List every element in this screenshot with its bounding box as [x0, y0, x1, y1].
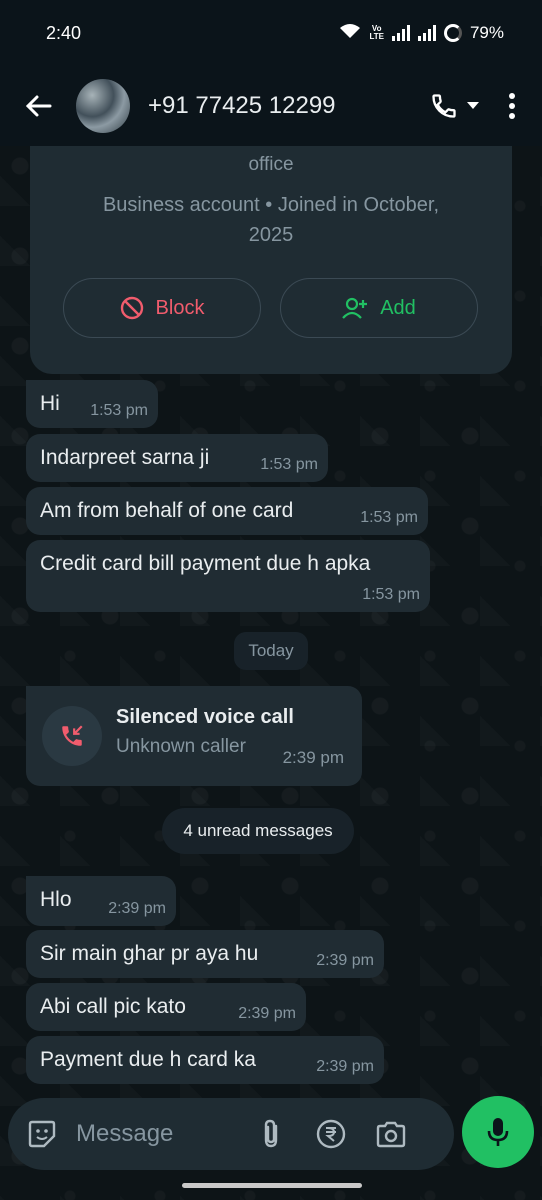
more-vert-icon — [509, 93, 515, 119]
battery-level: 79% — [469, 23, 504, 42]
message-text: Payment due h card ka — [40, 1048, 256, 1071]
message-bubble[interactable]: Indarpreet sarna ji 1:53 pm — [26, 434, 328, 482]
contact-avatar[interactable] — [76, 79, 130, 133]
contact-name[interactable]: +91 77425 12299 — [148, 92, 426, 120]
phone-icon — [432, 94, 456, 118]
message-bubble[interactable]: Credit card bill payment due h apka 1:53… — [26, 540, 430, 612]
message-bubble[interactable]: Am from behalf of one card 1:53 pm — [26, 487, 428, 535]
call-dropdown-button[interactable] — [462, 86, 484, 126]
silenced-call-bubble[interactable]: Silenced voice call Unknown caller 2:39 … — [26, 686, 362, 786]
message-bubble[interactable]: Hi 1:53 pm — [26, 380, 158, 428]
message-time: 2:39 pm — [238, 1005, 296, 1022]
voice-message-button[interactable] — [462, 1096, 534, 1168]
message-text: Hlo — [40, 888, 72, 911]
arrow-left-icon — [25, 95, 52, 117]
call-time: 2:39 pm — [282, 748, 344, 767]
message-time: 1:53 pm — [260, 456, 318, 473]
add-contact-button[interactable]: Add — [280, 278, 478, 338]
business-info-card: office Business account • Joined in Octo… — [30, 146, 512, 374]
battery-icon — [443, 24, 462, 42]
caret-down-icon — [467, 102, 479, 109]
rupee-icon — [316, 1119, 346, 1149]
business-info-line2: 2025 — [248, 224, 294, 246]
back-button[interactable] — [18, 86, 58, 126]
message-text: Hi — [40, 392, 60, 415]
sticker-icon — [28, 1120, 56, 1148]
date-divider: Today — [234, 632, 308, 670]
block-icon — [120, 296, 143, 320]
more-options-button[interactable] — [494, 86, 530, 126]
unread-divider: 4 unread messages — [162, 808, 354, 854]
payment-button[interactable] — [308, 1111, 354, 1157]
camera-icon — [376, 1121, 406, 1148]
call-title: Silenced voice call — [116, 706, 294, 728]
message-time: 2:39 pm — [108, 900, 166, 917]
mic-icon — [487, 1118, 509, 1146]
paperclip-icon — [264, 1119, 278, 1148]
status-icons: Vo LTE 79% — [339, 23, 504, 44]
message-bubble[interactable]: Sir main ghar pr aya hu 2:39 pm — [26, 930, 384, 978]
message-input[interactable] — [76, 1120, 246, 1148]
signal-icon-2 — [417, 25, 436, 41]
volte-icon: Vo LTE — [369, 24, 384, 41]
missed-call-icon — [62, 725, 83, 746]
message-text: Sir main ghar pr aya hu — [40, 942, 259, 965]
missed-call-icon-wrap — [42, 706, 102, 766]
business-office-text: office — [248, 154, 294, 175]
business-account-info: Business account • Joined in October, 20… — [70, 190, 472, 250]
signal-icon-1 — [391, 25, 410, 41]
status-bar: 2:40 Vo LTE 79% — [0, 0, 542, 66]
message-time: 2:39 pm — [316, 952, 374, 969]
message-text: Credit card bill payment due h apka — [40, 552, 371, 575]
message-text: Abi call pic kato — [40, 995, 186, 1018]
business-info-line1: Business account • Joined in October, — [102, 194, 440, 216]
block-label: Block — [155, 296, 205, 319]
add-person-icon — [342, 297, 368, 319]
message-time: 2:39 pm — [316, 1058, 374, 1075]
status-time: 2:40 — [46, 22, 82, 43]
message-bubble[interactable]: Payment due h card ka 2:39 pm — [26, 1036, 384, 1084]
call-subtitle: Unknown caller — [116, 736, 246, 757]
sticker-button[interactable] — [18, 1110, 66, 1158]
message-time: 1:53 pm — [90, 402, 148, 419]
message-text: Am from behalf of one card — [40, 499, 294, 522]
voice-call-button[interactable] — [426, 86, 462, 126]
chat-header: +91 77425 12299 — [0, 66, 542, 146]
add-label: Add — [380, 296, 416, 319]
message-bubble[interactable]: Abi call pic kato 2:39 pm — [26, 983, 306, 1031]
block-button[interactable]: Block — [63, 278, 261, 338]
message-text: Indarpreet sarna ji — [40, 446, 210, 469]
message-time: 1:53 pm — [360, 509, 418, 526]
message-composer — [8, 1098, 454, 1170]
message-bubble[interactable]: Hlo 2:39 pm — [26, 876, 176, 926]
message-time: 1:53 pm — [362, 586, 420, 603]
wifi-icon — [339, 23, 361, 44]
attach-button[interactable] — [248, 1111, 294, 1157]
home-indicator[interactable] — [182, 1183, 362, 1188]
camera-button[interactable] — [368, 1111, 414, 1157]
